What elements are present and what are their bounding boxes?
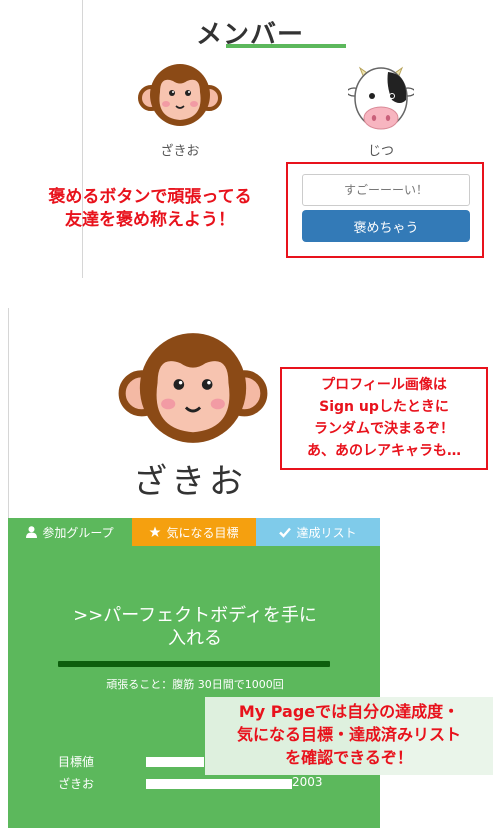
member-stat-label: ざきお bbox=[58, 777, 95, 791]
callout-line: あ、あのレアキャラも… bbox=[307, 443, 461, 459]
tab-label: 達成リスト bbox=[296, 525, 357, 540]
goal-title-line: 入れる bbox=[168, 628, 222, 649]
profile-tabs: 参加グループ 気になる目標 達成リスト bbox=[8, 518, 380, 546]
monkey-icon bbox=[118, 326, 268, 450]
tab-label: 参加グループ bbox=[42, 525, 114, 540]
check-icon bbox=[279, 526, 292, 538]
monkey-icon[interactable] bbox=[138, 60, 222, 130]
goal-title[interactable]: >>パーフェクトボディを手に 入れる bbox=[30, 604, 360, 650]
member-name-jitsu: じつ bbox=[367, 144, 394, 159]
member-stat-value: 2003 bbox=[292, 775, 323, 789]
mypage-callout: My Pageでは自分の達成度・ 気になる目標・達成済みリスト を確認できるぞ！ bbox=[205, 697, 493, 775]
star-icon bbox=[149, 526, 161, 538]
target-label: 目標値 bbox=[58, 755, 95, 769]
callout-line: 気になる目標・達成済みリスト bbox=[236, 725, 461, 744]
tab-groups[interactable]: 参加グループ bbox=[8, 518, 132, 546]
goal-effort: 頑張ること：腹筋 30日間で1000回 bbox=[106, 678, 284, 691]
callout-line: を確認できるぞ！ bbox=[285, 748, 413, 767]
title-underline bbox=[226, 44, 346, 48]
tab-goals[interactable]: 気になる目標 bbox=[132, 518, 256, 546]
user-icon bbox=[26, 526, 38, 538]
goal-progress-bar bbox=[58, 661, 330, 667]
goal-progress-fill bbox=[58, 661, 330, 667]
praise-callout: 褒めるボタンで頑張ってる 友達を褒め称えよう！ bbox=[22, 186, 278, 232]
cow-icon[interactable] bbox=[346, 66, 416, 134]
callout-line: My Pageでは自分の達成度・ bbox=[238, 702, 460, 721]
member-stat-bar bbox=[146, 779, 292, 789]
callout-line: 褒めるボタンで頑張ってる bbox=[48, 187, 252, 207]
profile-name: ざきお bbox=[133, 462, 247, 502]
praise-button[interactable]: 褒めちゃう bbox=[302, 210, 470, 242]
profile-image-callout: プロフィール画像は Sign upしたときに ランダムで決まるぞ！ あ、あのレア… bbox=[280, 367, 488, 470]
callout-line: 友達を褒め称えよう！ bbox=[65, 210, 235, 230]
tab-achievements[interactable]: 達成リスト bbox=[256, 518, 380, 546]
tab-label: 気になる目標 bbox=[166, 525, 239, 540]
member-name-zakio: ざきお bbox=[160, 144, 200, 159]
goal-title-line: >>パーフェクトボディを手に bbox=[73, 605, 317, 626]
praise-input[interactable] bbox=[302, 174, 470, 206]
callout-line: ランダムで決まるぞ！ bbox=[314, 421, 454, 437]
content-divider bbox=[8, 308, 9, 518]
callout-line: プロフィール画像は bbox=[321, 377, 447, 393]
target-bar bbox=[146, 757, 204, 767]
callout-line: Sign upしたときに bbox=[319, 399, 449, 415]
